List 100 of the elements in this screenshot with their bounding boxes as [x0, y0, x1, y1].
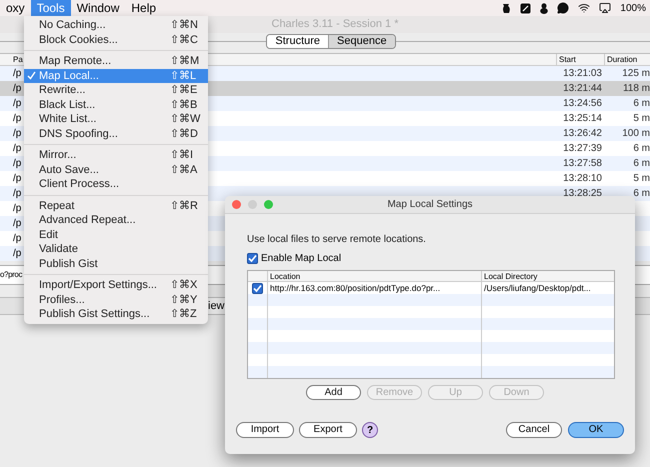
menu-item-label: No Caching... — [39, 18, 106, 33]
menu-item-label: Repeat — [39, 198, 74, 214]
table-cell-text: /p — [12, 97, 22, 111]
menu-item-label: Validate — [39, 242, 78, 257]
column-header[interactable]: Local Directory — [481, 271, 614, 281]
menu-item-label: Advanced Repeat... — [39, 213, 136, 228]
menu-item-label: Publish Gist Settings... — [39, 307, 150, 322]
table-cell-text: 118 m — [622, 82, 650, 96]
keyboard-shortcut: ⇧⌘E — [170, 83, 198, 98]
table-cell-text: 100 m — [621, 127, 650, 141]
menu-item-label: Profiles... — [39, 292, 85, 308]
menu-item[interactable]: Map Local... ⇧⌘L — [24, 68, 208, 83]
menu-bar-item[interactable]: Window — [70, 0, 126, 16]
table-cell-text: 6 m — [632, 157, 650, 171]
table-cell-text: 13:25:14 — [562, 112, 603, 126]
checkbox-label: Enable Map Local — [261, 252, 342, 266]
menu-item[interactable]: Advanced Repeat... — [24, 213, 208, 228]
footer-button[interactable]: Export — [299, 422, 357, 438]
menu-item[interactable]: No Caching... ⇧⌘N — [24, 18, 208, 32]
menu-item[interactable]: Edit — [24, 228, 208, 242]
table-cell-text: 13:27:58 — [562, 157, 603, 171]
keyboard-shortcut: ⇧⌘N — [170, 18, 199, 33]
menu-item-label: Edit — [39, 228, 58, 242]
column-header[interactable]: Duration — [604, 54, 650, 65]
table-cell-text: /p — [12, 82, 22, 96]
menu-item[interactable]: Repeat ⇧⌘R — [24, 198, 208, 213]
menu-item-label: White List... — [39, 112, 96, 127]
jug-icon[interactable] — [502, 2, 512, 14]
table-cell-text: /p — [12, 202, 22, 216]
table-cell-text: /p — [12, 187, 22, 201]
keyboard-shortcut: ⇧⌘R — [170, 198, 199, 214]
table-cell-text: /p — [12, 172, 22, 186]
menu-item[interactable]: Block Cookies... ⇧⌘C — [24, 32, 208, 47]
table-cell-text: /p — [12, 217, 22, 231]
keyboard-shortcut: ⇧⌘Z — [170, 307, 198, 322]
keyboard-shortcut: ⇧⌘C — [170, 32, 199, 48]
column-header[interactable]: Pa — [0, 54, 24, 65]
table-cell-text: 5 m — [632, 112, 650, 126]
menu-item[interactable]: Profiles... ⇧⌘Y — [24, 292, 208, 307]
figure-icon[interactable] — [540, 2, 548, 14]
enable-checkbox[interactable] — [247, 253, 258, 264]
view-tab[interactable]: Sequence — [328, 35, 395, 48]
table-cell-text: /p — [12, 247, 22, 261]
menu-bar-item[interactable]: Tools — [30, 0, 71, 16]
table-cell-text: /p — [12, 157, 22, 171]
table-cell-text: 13:28:25 — [562, 187, 603, 201]
footer-button[interactable]: Cancel — [506, 422, 562, 438]
menu-item[interactable]: Validate — [24, 242, 208, 256]
table-cell-text: 6 m — [632, 187, 650, 201]
keyboard-shortcut: ⇧⌘B — [170, 98, 198, 112]
menu-bar-item[interactable]: oxy — [0, 0, 31, 16]
square-icon[interactable] — [520, 2, 532, 14]
table-cell-text: 13:28:10 — [562, 172, 603, 186]
footer-button[interactable]: OK — [568, 422, 624, 438]
column-header[interactable]: Location — [267, 271, 481, 281]
menu-item[interactable]: Publish Gist Settings... ⇧⌘Z — [24, 307, 208, 322]
battery-percentage: 100% — [620, 2, 646, 16]
menu-item[interactable]: White List... ⇧⌘W — [24, 112, 208, 126]
window-title: Charles 3.11 - Session 1 * — [272, 17, 398, 32]
airplay-icon[interactable] — [599, 2, 612, 14]
menu-item-label: Import/Export Settings... — [39, 278, 157, 293]
keyboard-shortcut: ⇧⌘X — [170, 278, 198, 293]
menu-item-label: Publish Gist — [39, 256, 98, 272]
menu-item[interactable]: Black List... ⇧⌘B — [24, 98, 208, 112]
menu-item[interactable]: Import/Export Settings... ⇧⌘X — [24, 278, 208, 292]
menu-item-label: Map Remote... — [39, 54, 112, 69]
table-cell-text: 13:24:56 — [562, 97, 603, 111]
keyboard-shortcut: ⇧⌘D — [170, 126, 199, 142]
menu-item-label: Map Local... — [39, 68, 99, 84]
table-cell-text: 125 m — [621, 67, 650, 81]
menu-item-label: Block Cookies... — [39, 32, 118, 48]
menu-item[interactable]: Publish Gist — [24, 256, 208, 271]
table-cell-text: 13:21:03 — [562, 67, 603, 81]
keyboard-shortcut: ⇧⌘Y — [170, 292, 198, 308]
menu-item[interactable]: Map Remote... ⇧⌘M — [24, 54, 208, 68]
keyboard-shortcut: ⇧⌘M — [170, 54, 200, 69]
footer-button[interactable]: Import — [236, 422, 294, 438]
column-header[interactable]: Start — [556, 54, 604, 65]
keyboard-shortcut: ⇧⌘W — [170, 112, 200, 127]
menu-bar-item[interactable]: Help — [125, 0, 162, 16]
help-button[interactable]: ? — [362, 422, 378, 438]
table-cell-text: /p — [12, 232, 22, 246]
table-cell-text: /p — [12, 67, 22, 81]
dialog-description: Use local files to serve remote locations. — [247, 233, 427, 247]
list-button[interactable]: Add — [306, 385, 361, 400]
menu-item-label: DNS Spoofing... — [39, 126, 118, 142]
table-cell-text: 6 m — [632, 97, 650, 111]
table-cell-text: 13:27:39 — [562, 142, 603, 156]
menu-item-label: Black List... — [39, 98, 96, 112]
chat-icon[interactable] — [557, 2, 570, 14]
menu-item[interactable]: Rewrite... ⇧⌘E — [24, 83, 208, 98]
table-cell-text: 13:21:44 — [562, 82, 603, 96]
table-cell-text: 13:26:42 — [562, 127, 603, 141]
keyboard-shortcut: ⇧⌘L — [170, 68, 198, 84]
row-checkbox[interactable] — [252, 282, 263, 294]
filter-field[interactable]: o?proc — [0, 269, 22, 281]
menu-item[interactable]: DNS Spoofing... ⇧⌘D — [24, 126, 208, 141]
dialog-title: Map Local Settings — [387, 198, 473, 212]
menu-item-label: Rewrite... — [39, 83, 86, 98]
table-cell-text: /p — [12, 127, 22, 141]
